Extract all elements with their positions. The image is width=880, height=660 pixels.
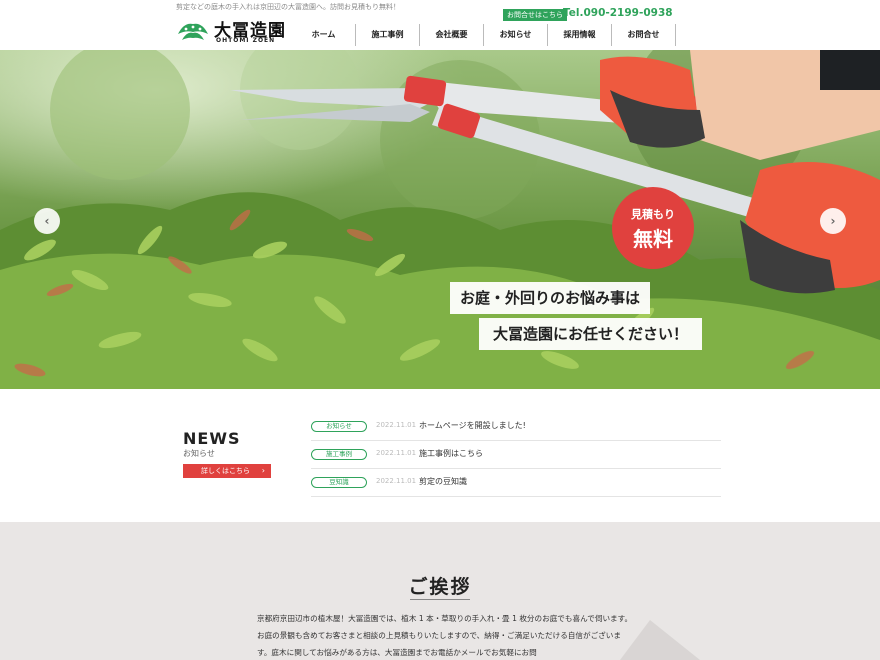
news-list: お知らせ 2022.11.01 ホームページを開設しました! 施工事例 2022… [311, 413, 721, 497]
logo-subtitle: OHTOMI ZOEN [216, 37, 276, 44]
news-item-text[interactable]: 剪定の豆知識 [419, 476, 467, 487]
news-item[interactable]: 施工事例 2022.11.01 施工事例はこちら [311, 441, 721, 469]
chevron-right-icon: › [261, 466, 265, 475]
nav-item-works[interactable]: 施工事例 [356, 24, 420, 46]
news-item[interactable]: 豆知識 2022.11.01 剪定の豆知識 [311, 469, 721, 497]
hero-catch-line1: お庭・外回りのお悩み事は [450, 282, 651, 314]
news-subtitle: お知らせ [183, 449, 215, 458]
contact-tel[interactable]: Tel.090-2199-0938 [563, 7, 673, 19]
site-header: 剪定などの庭木の手入れは京田辺の大冨造園へ。訪問お見積もり無料！ 大冨造園 OH… [0, 0, 880, 50]
news-item-tag: 豆知識 [311, 477, 367, 488]
greeting-divider [410, 599, 470, 600]
greeting-body: 京都府京田辺市の植木屋！大冨造園では、植木 1 本・草取りの手入れ・畳 1 枚分… [257, 614, 633, 657]
estimate-badge-line1: 見積もり [631, 208, 675, 221]
nav-item-contact[interactable]: お問合せ [612, 24, 676, 46]
news-more-label: 詳しくはこちら [201, 467, 250, 475]
news-item-date: 2022.11.01 [376, 421, 417, 429]
news-more-button[interactable]: 詳しくはこちら › [183, 464, 271, 478]
greeting-section: ご挨拶 京都府京田辺市の植木屋！大冨造園では、植木 1 本・草取りの手入れ・畳 … [0, 522, 880, 660]
news-item-text[interactable]: ホームページを開設しました! [419, 420, 526, 431]
greeting-title: ご挨拶 [408, 576, 472, 598]
news-item-date: 2022.11.01 [376, 449, 417, 457]
news-item-date: 2022.11.01 [376, 477, 417, 485]
slider-next-button[interactable]: › [820, 208, 846, 234]
free-estimate-badge: 見積もり 無料 [612, 187, 694, 269]
slider-prev-button[interactable]: ‹ [34, 208, 60, 234]
nav-item-recruit[interactable]: 採用情報 [548, 24, 612, 46]
estimate-badge-line2: 無料 [633, 227, 673, 251]
pine-logo-icon [178, 23, 208, 40]
hero-image [0, 50, 880, 389]
nav-item-news[interactable]: お知らせ [484, 24, 548, 46]
chevron-right-icon: › [830, 214, 836, 228]
hero-slider: ‹ › 見積もり 無料 お庭・外回りのお悩み事は 大冨造園にお任せください！ [0, 50, 880, 389]
contact-badge[interactable]: お問合せはこちら [503, 9, 567, 21]
chevron-left-icon: ‹ [44, 214, 50, 228]
news-item-text[interactable]: 施工事例はこちら [419, 448, 483, 459]
header-tagline: 剪定などの庭木の手入れは京田辺の大冨造園へ。訪問お見積もり無料！ [176, 3, 400, 11]
hero-catch-line2: 大冨造園にお任せください！ [479, 318, 703, 350]
news-title: NEWS [183, 429, 241, 448]
nav-item-company[interactable]: 会社概要 [420, 24, 484, 46]
site-logo[interactable]: 大冨造園 OHTOMI ZOEN [176, 16, 286, 46]
news-item-tag: 施工事例 [311, 449, 367, 460]
news-item-tag: お知らせ [311, 421, 367, 432]
news-section: NEWS お知らせ 詳しくはこちら › お知らせ 2022.11.01 ホームペ… [0, 389, 880, 522]
nav-item-home[interactable]: ホーム [292, 24, 356, 46]
main-nav: ホーム 施工事例 会社概要 お知らせ 採用情報 お問合せ [292, 24, 676, 46]
news-item[interactable]: お知らせ 2022.11.01 ホームページを開設しました! [311, 413, 721, 441]
